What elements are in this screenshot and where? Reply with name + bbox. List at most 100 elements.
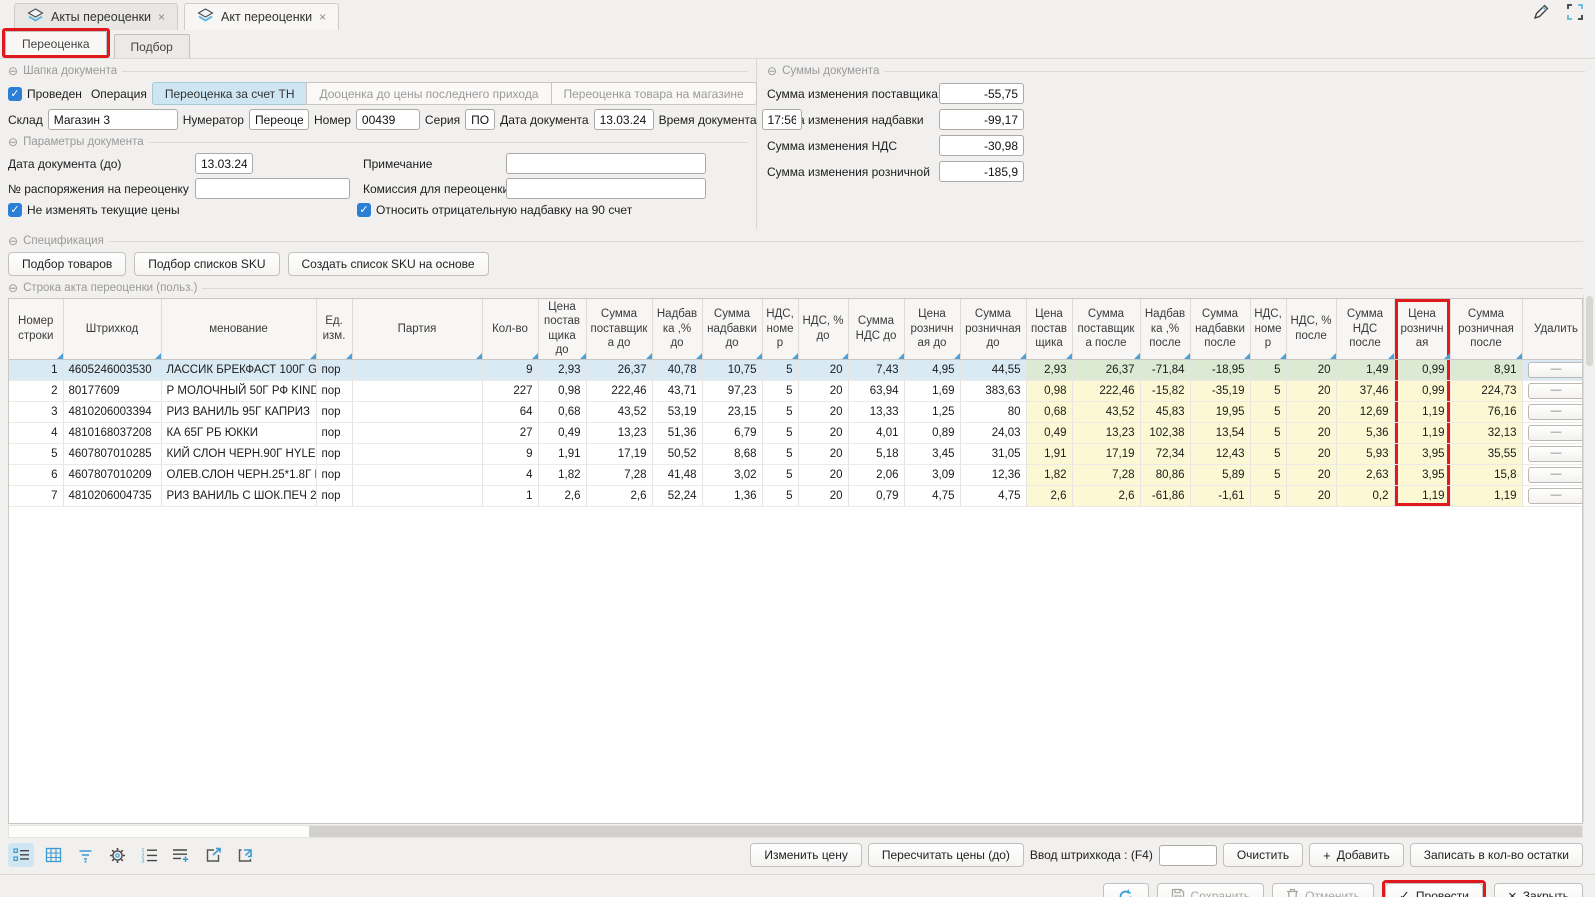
- column-header[interactable]: Сумма надбавки после: [1190, 299, 1250, 359]
- table-cell[interactable]: пор: [316, 359, 352, 380]
- table-cell[interactable]: [352, 359, 482, 380]
- horizontal-scrollbar[interactable]: [8, 825, 1583, 838]
- add-button[interactable]: +Добавить: [1309, 843, 1404, 867]
- close-button[interactable]: × Закрыть: [1494, 883, 1583, 897]
- table-cell[interactable]: -18,95: [1190, 359, 1250, 380]
- table-cell[interactable]: КИЙ СЛОН ЧЕРН.90Г HYLEYS: [161, 443, 316, 464]
- table-cell[interactable]: 1: [482, 485, 538, 506]
- column-header[interactable]: НДС, % до: [798, 299, 848, 359]
- table-cell[interactable]: 20: [798, 443, 848, 464]
- posted-checkbox[interactable]: ✓: [8, 87, 22, 101]
- vertical-scrollbar[interactable]: [1583, 295, 1595, 822]
- table-row[interactable]: 64607807010209ОЛЕВ.СЛОН ЧЕРН.25*1.8Г HYп…: [9, 464, 1583, 485]
- table-cell[interactable]: пор: [316, 464, 352, 485]
- table-cell[interactable]: 20: [798, 401, 848, 422]
- table-cell[interactable]: 53,19: [652, 401, 702, 422]
- table-cell[interactable]: 43,71: [652, 380, 702, 401]
- table-cell[interactable]: 5: [1250, 443, 1286, 464]
- table-cell[interactable]: 5: [762, 380, 798, 401]
- delete-row-button[interactable]: —: [1528, 362, 1584, 378]
- column-header[interactable]: Штрихкод: [63, 299, 161, 359]
- table-cell[interactable]: 0,98: [538, 380, 586, 401]
- add-rows-icon[interactable]: [168, 843, 194, 867]
- table-cell[interactable]: пор: [316, 443, 352, 464]
- column-header[interactable]: Партия: [352, 299, 482, 359]
- edit-pencil-icon[interactable]: [1531, 2, 1551, 25]
- reload-return-icon[interactable]: [232, 843, 258, 867]
- table-cell[interactable]: 4,95: [904, 359, 960, 380]
- table-cell[interactable]: РИЗ ВАНИЛЬ 95Г КАПРИЗ: [161, 401, 316, 422]
- table-cell[interactable]: 40,78: [652, 359, 702, 380]
- table-cell[interactable]: 80: [960, 401, 1026, 422]
- table-cell[interactable]: 1: [9, 359, 63, 380]
- table-cell[interactable]: 0,2: [1336, 485, 1394, 506]
- keep-current-prices-checkbox[interactable]: ✓: [8, 203, 22, 217]
- column-header[interactable]: Кол-во: [482, 299, 538, 359]
- doc-time-field[interactable]: [762, 109, 802, 130]
- sum-supplier-field[interactable]: [939, 83, 1024, 104]
- table-cell[interactable]: [352, 401, 482, 422]
- table-cell[interactable]: 0,79: [848, 485, 904, 506]
- table-cell[interactable]: 8,91: [1450, 359, 1522, 380]
- table-cell[interactable]: 0,89: [904, 422, 960, 443]
- collapse-icon[interactable]: ⊖: [767, 64, 777, 78]
- column-header[interactable]: Цена поставщика: [1026, 299, 1072, 359]
- table-cell[interactable]: 2: [9, 380, 63, 401]
- op-button-store-revaluation[interactable]: Переоценка товара на магазине: [551, 82, 757, 105]
- table-cell[interactable]: 5: [762, 464, 798, 485]
- tab-close-icon[interactable]: ×: [319, 10, 326, 24]
- table-cell[interactable]: 1,25: [904, 401, 960, 422]
- list-view-icon[interactable]: [8, 843, 34, 867]
- table-row[interactable]: 54607807010285КИЙ СЛОН ЧЕРН.90Г HYLEYSпо…: [9, 443, 1583, 464]
- table-cell[interactable]: 20: [1286, 359, 1336, 380]
- table-cell[interactable]: 44,55: [960, 359, 1026, 380]
- table-cell[interactable]: 0,98: [1026, 380, 1072, 401]
- table-cell[interactable]: 383,63: [960, 380, 1026, 401]
- table-cell[interactable]: 20: [1286, 422, 1336, 443]
- collapse-icon[interactable]: ⊖: [8, 135, 18, 149]
- table-cell[interactable]: 7,43: [848, 359, 904, 380]
- column-header[interactable]: Удалить: [1522, 299, 1583, 359]
- table-cell[interactable]: 5,18: [848, 443, 904, 464]
- table-cell[interactable]: 20: [798, 485, 848, 506]
- table-cell[interactable]: 2,6: [538, 485, 586, 506]
- table-cell[interactable]: 2,6: [1072, 485, 1140, 506]
- table-cell[interactable]: 0,49: [538, 422, 586, 443]
- table-cell[interactable]: 97,23: [702, 380, 762, 401]
- table-cell[interactable]: 5,36: [1336, 422, 1394, 443]
- table-cell[interactable]: 5: [1250, 485, 1286, 506]
- op-button-markup-last-arrival[interactable]: Дооценка до цены последнего прихода: [306, 82, 551, 105]
- warehouse-field[interactable]: [48, 109, 178, 130]
- table-cell[interactable]: ОЛЕВ.СЛОН ЧЕРН.25*1.8Г HY: [161, 464, 316, 485]
- subtab-selection[interactable]: Подбор: [114, 34, 190, 58]
- table-cell[interactable]: 13,23: [1072, 422, 1140, 443]
- table-cell[interactable]: 1,19: [1394, 401, 1450, 422]
- table-cell[interactable]: 224,73: [1450, 380, 1522, 401]
- table-cell[interactable]: 4,75: [960, 485, 1026, 506]
- table-cell[interactable]: 20: [798, 359, 848, 380]
- table-cell[interactable]: 2,6: [586, 485, 652, 506]
- table-cell[interactable]: 5: [1250, 422, 1286, 443]
- table-cell[interactable]: 23,15: [702, 401, 762, 422]
- table-cell[interactable]: 1,82: [1026, 464, 1072, 485]
- table-cell[interactable]: 50,52: [652, 443, 702, 464]
- table-cell[interactable]: 222,46: [1072, 380, 1140, 401]
- tab-close-icon[interactable]: ×: [158, 10, 165, 24]
- tab-revaluation-acts[interactable]: Акты переоценки ×: [14, 3, 178, 30]
- column-header[interactable]: НДС, номер: [762, 299, 798, 359]
- table-cell[interactable]: 20: [1286, 401, 1336, 422]
- collapse-icon[interactable]: ⊖: [8, 64, 18, 78]
- table-cell[interactable]: 0,68: [538, 401, 586, 422]
- table-cell[interactable]: 19,95: [1190, 401, 1250, 422]
- negative-markup-checkbox[interactable]: ✓: [357, 203, 371, 217]
- sum-retail-field[interactable]: [939, 161, 1024, 182]
- clear-button[interactable]: Очистить: [1223, 843, 1303, 867]
- table-cell[interactable]: [352, 485, 482, 506]
- scrollbar-thumb[interactable]: [309, 826, 1582, 837]
- delete-row-button[interactable]: —: [1528, 446, 1584, 462]
- table-cell[interactable]: 5: [9, 443, 63, 464]
- table-cell[interactable]: 5,89: [1190, 464, 1250, 485]
- delete-row-button[interactable]: —: [1528, 404, 1584, 420]
- table-cell[interactable]: 5: [1250, 464, 1286, 485]
- doc-date-field[interactable]: [594, 109, 654, 130]
